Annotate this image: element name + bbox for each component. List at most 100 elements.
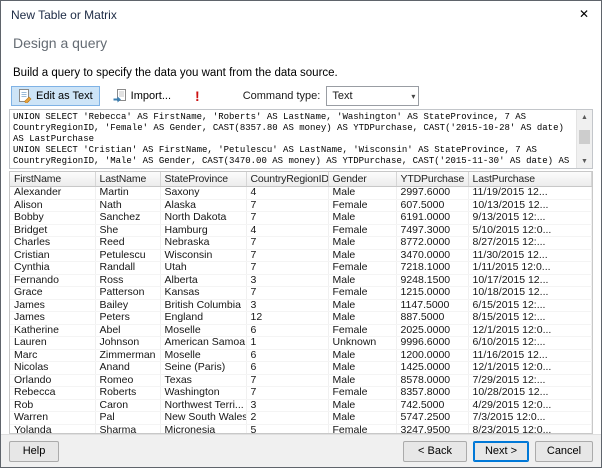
next-button[interactable]: Next > — [473, 440, 529, 462]
page-title: Design a query — [13, 35, 108, 51]
cell: Saxony — [160, 186, 247, 200]
table-row[interactable]: Charles Reed Nebraska 7 Male 8772.0000 8/27/20… — [10, 236, 592, 250]
table-row[interactable]: Orlando Romeo Texas 7 Male 8578.0000 7/29/2015… — [10, 374, 592, 387]
cell: Female — [328, 286, 397, 300]
cell: Alison — [10, 199, 96, 212]
cell: 2 — [246, 411, 329, 425]
cell: Utah — [160, 261, 247, 275]
cell: 7 — [246, 386, 329, 400]
table-row[interactable]: Lauren Johnson American Samoa 1 Unknown 9996.… — [10, 336, 592, 350]
table-row[interactable]: Grace Patterson Kansas 7 Female 1215.0000 10/1… — [10, 286, 592, 300]
edit-as-text-toggle[interactable]: Edit as Text — [11, 86, 100, 106]
table-row[interactable]: Rebecca Roberts Washington 7 Female 8357.8000… — [10, 386, 592, 400]
cell: Roberts — [95, 386, 161, 400]
cell: 10/17/2015 12... — [468, 274, 592, 287]
query-designer: Edit as Text Import... ! Command type: T… — [1, 85, 601, 434]
scrollbar-thumb[interactable] — [579, 130, 590, 144]
cell: Anand — [95, 361, 161, 375]
cell: 7 — [246, 374, 329, 387]
cell: Ross — [95, 274, 161, 287]
cell: 5/10/2015 12:0... — [468, 224, 592, 237]
cell: Petulescu — [95, 249, 161, 262]
cell: 6191.0000 — [396, 211, 469, 225]
query-scrollbar[interactable]: ▲ ▼ — [576, 110, 592, 168]
table-row[interactable]: Cristian Petulescu Wisconsin 7 Male 3470.0000… — [10, 249, 592, 262]
table-row[interactable]: James Peters England 12 Male 887.5000 8/15/201… — [10, 311, 592, 325]
table-row[interactable]: Fernando Ross Alberta 3 Male 9248.1500 10/17/2… — [10, 274, 592, 287]
cell: 6/15/2015 12:... — [468, 299, 592, 312]
table-row[interactable]: Marc Zimmerman Moselle 6 Male 1200.0000 11/16/… — [10, 349, 592, 362]
cell: Nicolas — [10, 361, 96, 375]
column-header[interactable]: YTDPurchase — [396, 172, 469, 187]
cell: 12/1/2015 12:0... — [468, 324, 592, 337]
cell: Rebecca — [10, 386, 96, 400]
cell: Male — [328, 399, 397, 412]
cell: Wisconsin — [160, 249, 247, 262]
column-header[interactable]: StateProvince — [160, 172, 247, 187]
cell: Warren — [10, 411, 96, 425]
column-header[interactable]: Gender — [328, 172, 397, 187]
help-button[interactable]: Help — [9, 440, 59, 462]
column-header[interactable]: FirstName — [10, 172, 96, 187]
cell: 8357.8000 — [396, 386, 469, 400]
cell: 7/29/2015 12:... — [468, 374, 592, 387]
titlebar: New Table or Matrix ✕ — [1, 1, 601, 27]
cell: Rob — [10, 399, 96, 412]
cell: Male — [328, 411, 397, 425]
cell: 607.5000 — [396, 199, 469, 212]
window-title: New Table or Matrix — [11, 8, 117, 22]
cell: Zimmerman — [95, 349, 161, 362]
cell: Male — [328, 211, 397, 225]
table-row[interactable]: Cynthia Randall Utah 7 Female 7218.1000 1/11/2… — [10, 261, 592, 275]
cell: 7218.1000 — [396, 261, 469, 275]
cell: 1 — [246, 336, 329, 350]
cell: Grace — [10, 286, 96, 300]
cell: Romeo — [95, 374, 161, 387]
cell: 3247.9500 — [396, 424, 469, 433]
new-table-or-matrix-dialog: New Table or Matrix ✕ Design a query Bui… — [0, 0, 602, 468]
table-row[interactable]: Warren Pal New South Wales 2 Male 5747.2500 7/… — [10, 411, 592, 425]
cell: She — [95, 224, 161, 237]
cell: 4 — [246, 186, 329, 200]
table-row[interactable]: Rob Caron Northwest Terri... 3 Male 742.5000 4… — [10, 399, 592, 412]
cell: Abel — [95, 324, 161, 337]
cell: Alaska — [160, 199, 247, 212]
cell: Lauren — [10, 336, 96, 350]
cell: Female — [328, 324, 397, 337]
cancel-button[interactable]: Cancel — [535, 440, 593, 462]
close-icon[interactable]: ✕ — [575, 8, 593, 20]
cell: Moselle — [160, 349, 247, 362]
table-row[interactable]: James Bailey British Columbia 3 Male 1147.500… — [10, 299, 592, 312]
command-type-select[interactable]: Text ▾ — [326, 86, 420, 106]
column-header[interactable]: CountryRegionID — [246, 172, 329, 187]
cell: Peters — [95, 311, 161, 325]
cell: Bailey — [95, 299, 161, 312]
cell: 7 — [246, 286, 329, 300]
cell: 7 — [246, 199, 329, 212]
cell: Marc — [10, 349, 96, 362]
table-row[interactable]: Alison Nath Alaska 7 Female 607.5000 10/13/201… — [10, 199, 592, 212]
back-button[interactable]: < Back — [403, 440, 467, 462]
table-row[interactable]: Bridget She Hamburg 4 Female 7497.3000 5/10/20… — [10, 224, 592, 237]
import-button[interactable]: Import... — [106, 86, 178, 106]
cell: Male — [328, 249, 397, 262]
table-row[interactable]: Nicolas Anand Seine (Paris) 6 Male 1425.0000 1… — [10, 361, 592, 375]
query-text[interactable]: UNION SELECT 'Rebecca' AS FirstName, 'Ro… — [10, 110, 576, 168]
scroll-down-icon[interactable]: ▼ — [577, 154, 592, 168]
run-query-icon[interactable]: ! — [192, 89, 203, 103]
cell: 6/10/2015 12:... — [468, 336, 592, 350]
table-row[interactable]: Katherine Abel Moselle 6 Female 2025.0000 12/1… — [10, 324, 592, 337]
cell: 742.5000 — [396, 399, 469, 412]
table-row[interactable]: Yolanda Sharma Micronesia 5 Female 3247.9500 8… — [10, 424, 592, 433]
cell: 6 — [246, 324, 329, 337]
column-header[interactable]: LastName — [95, 172, 161, 187]
table-row[interactable]: Alexander Martin Saxony 4 Male 2997.6000 11/19… — [10, 186, 592, 200]
cell: Male — [328, 311, 397, 325]
cell: Nebraska — [160, 236, 247, 250]
cell: 1215.0000 — [396, 286, 469, 300]
cell: 7 — [246, 211, 329, 225]
table-row[interactable]: Bobby Sanchez North Dakota 7 Male 6191.0000 9/… — [10, 211, 592, 225]
cell: New South Wales — [160, 411, 247, 425]
scroll-up-icon[interactable]: ▲ — [577, 110, 592, 124]
column-header[interactable]: LastPurchase — [468, 172, 592, 187]
